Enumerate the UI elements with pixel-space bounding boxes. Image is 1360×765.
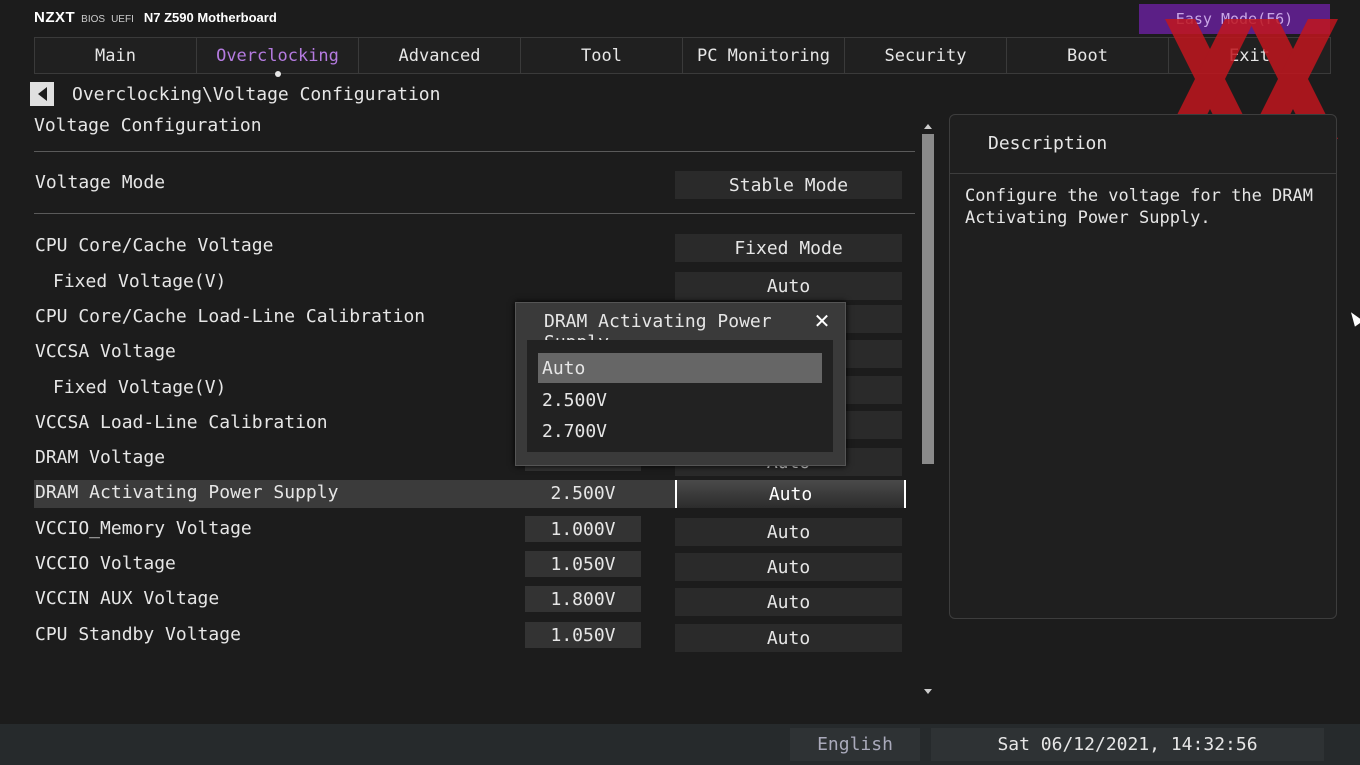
tab-overclocking[interactable]: Overclocking <box>197 38 359 77</box>
current-value: 2.500V <box>550 482 616 504</box>
popup-option-list: Auto 2.500V 2.700V <box>527 340 833 452</box>
setting-label: VCCIO_Memory Voltage <box>35 518 252 539</box>
tab-boot[interactable]: Boot <box>1007 38 1169 73</box>
popup-option[interactable]: 2.700V <box>538 416 822 446</box>
setting-label: DRAM Activating Power Supply <box>35 482 339 503</box>
popup-option[interactable]: Auto <box>538 353 822 383</box>
setting-row: CPU Core/Cache Voltage Fixed Mode <box>34 233 904 262</box>
current-value: 1.050V <box>525 622 641 648</box>
motherboard-model: N7 Z590 Motherboard <box>143 10 277 25</box>
current-value: 1.800V <box>525 586 641 612</box>
setting-select[interactable]: Fixed Mode <box>675 234 902 262</box>
scrollbar[interactable] <box>921 122 935 696</box>
setting-row: VCCIO Voltage 1.050V Auto <box>34 551 904 581</box>
bios-label: BIOS <box>81 14 106 25</box>
back-button[interactable] <box>30 82 54 106</box>
tab-main[interactable]: Main <box>34 38 197 73</box>
setting-label: CPU Core/Cache Voltage <box>35 235 274 256</box>
close-icon[interactable]: ✕ <box>810 309 834 333</box>
setting-select[interactable]: Auto <box>675 588 902 616</box>
popup-option[interactable]: 2.500V <box>538 385 822 415</box>
voltage-mode-label: Voltage Mode <box>35 172 166 193</box>
option-popup: DRAM Activating Power Supply ✕ Auto 2.50… <box>515 302 846 466</box>
setting-label: VCCSA Voltage <box>35 341 176 362</box>
setting-select[interactable]: Auto <box>675 518 902 546</box>
setting-label: VCCIN AUX Voltage <box>35 588 220 609</box>
setting-select[interactable]: Auto <box>675 480 906 508</box>
setting-label: VCCSA Load-Line Calibration <box>35 412 328 433</box>
scroll-up-icon[interactable] <box>924 124 932 129</box>
tab-tool[interactable]: Tool <box>521 38 683 73</box>
setting-select[interactable]: Auto <box>675 272 902 300</box>
setting-row: Fixed Voltage(V) Auto <box>34 269 904 300</box>
current-value: 1.000V <box>525 516 641 542</box>
setting-select[interactable]: Auto <box>675 553 902 581</box>
breadcrumb: Overclocking\Voltage Configuration <box>72 84 441 105</box>
tab-advanced[interactable]: Advanced <box>359 38 521 73</box>
current-value: 1.050V <box>525 551 641 577</box>
setting-row-selected: DRAM Activating Power Supply 2.500V Auto <box>34 480 906 508</box>
scroll-thumb[interactable] <box>922 134 934 464</box>
mouse-cursor-icon <box>1346 309 1360 327</box>
brand-header: NZXT BIOS UEFI N7 Z590 Motherboard <box>34 9 277 29</box>
nzxt-logo: NZXT <box>34 9 76 26</box>
voltage-mode-select[interactable]: Stable Mode <box>675 171 902 199</box>
divider <box>34 151 915 152</box>
arrow-left-icon <box>37 87 47 101</box>
divider <box>34 213 915 214</box>
tab-security[interactable]: Security <box>845 38 1007 73</box>
setting-label: CPU Core/Cache Load-Line Calibration <box>35 306 426 327</box>
setting-label: CPU Standby Voltage <box>35 624 241 645</box>
setting-row: VCCIN AUX Voltage 1.800V Auto <box>34 586 904 616</box>
description-title: Description <box>988 133 1108 154</box>
setting-label: DRAM Voltage <box>35 447 166 468</box>
scroll-down-icon[interactable] <box>924 689 932 694</box>
description-header: Description <box>950 115 1336 174</box>
description-text: Configure the voltage for the DRAM Activ… <box>965 186 1313 228</box>
section-title: Voltage Configuration <box>34 115 262 136</box>
uefi-label: UEFI <box>111 14 134 25</box>
description-panel: Description Configure the voltage for th… <box>949 114 1337 619</box>
setting-label: VCCIO Voltage <box>35 553 176 574</box>
setting-row: VCCIO_Memory Voltage 1.000V Auto <box>34 516 904 546</box>
setting-label: Fixed Voltage(V) <box>53 271 227 292</box>
voltage-mode-row: Voltage Mode Stable Mode <box>34 170 904 199</box>
datetime-display: Sat 06/12/2021, 14:32:56 <box>931 728 1324 761</box>
language-selector[interactable]: English <box>790 728 920 761</box>
tab-pc-monitoring[interactable]: PC Monitoring <box>683 38 845 73</box>
setting-row: CPU Standby Voltage 1.050V Auto <box>34 622 904 652</box>
main-tabs: Main Overclocking Advanced Tool PC Monit… <box>34 37 1331 77</box>
setting-label: Fixed Voltage(V) <box>53 377 227 398</box>
setting-select[interactable]: Auto <box>675 624 902 652</box>
